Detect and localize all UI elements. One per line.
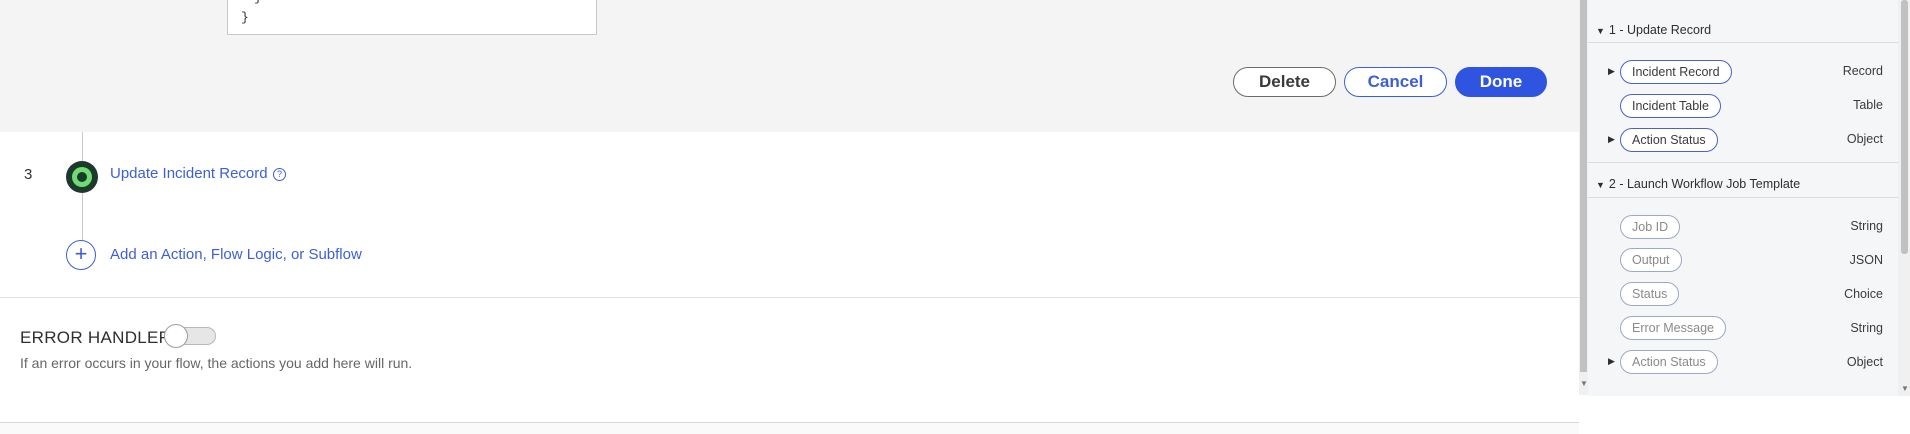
error-handler-toggle[interactable] bbox=[164, 324, 216, 348]
step-number: 3 bbox=[24, 166, 33, 183]
caret-right-icon[interactable]: ▶ bbox=[1608, 134, 1615, 145]
scroll-down-arrow-icon[interactable]: ▼ bbox=[1580, 379, 1588, 388]
pill-type-label: Record bbox=[1842, 64, 1883, 78]
add-action-link[interactable]: Add an Action, Flow Logic, or Subflow bbox=[110, 246, 362, 263]
pill-type-label: Object bbox=[1846, 355, 1883, 369]
bottom-bar bbox=[0, 422, 1579, 434]
caret-down-icon: ▼ bbox=[1596, 26, 1605, 36]
data-pill-incident-table[interactable]: Incident Table bbox=[1620, 94, 1721, 118]
data-pill-action-status[interactable]: Action Status bbox=[1620, 128, 1718, 152]
scrollbar-thumb[interactable] bbox=[1580, 0, 1587, 372]
panel-divider bbox=[1588, 42, 1898, 43]
action-status-icon bbox=[66, 161, 98, 193]
panel-footer bbox=[1588, 396, 1910, 433]
panel-divider bbox=[1588, 162, 1898, 163]
data-pill-action-status-2[interactable]: Action Status bbox=[1620, 350, 1718, 374]
pill-type-label: Table bbox=[1853, 98, 1883, 112]
data-pill-status[interactable]: Status bbox=[1620, 282, 1680, 306]
data-pill-output[interactable]: Output bbox=[1620, 248, 1682, 272]
panel-divider bbox=[1588, 197, 1898, 198]
flow-connector-line bbox=[82, 132, 83, 161]
toggle-knob bbox=[164, 324, 188, 348]
pill-type-label: String bbox=[1850, 219, 1883, 233]
code-line: } bbox=[241, 10, 249, 25]
group-header-launch-workflow[interactable]: ▼ 2 - Launch Workflow Job Template bbox=[1596, 176, 1896, 191]
pill-type-label: JSON bbox=[1849, 253, 1883, 267]
code-preview-box[interactable]: } } bbox=[227, 0, 597, 35]
data-pill-error-message[interactable]: Error Message bbox=[1620, 316, 1726, 340]
data-pill-incident-record[interactable]: Incident Record bbox=[1620, 60, 1732, 84]
help-icon[interactable]: ? bbox=[273, 168, 286, 181]
caret-down-icon: ▼ bbox=[1596, 180, 1605, 190]
scrollbar-thumb[interactable] bbox=[1901, 0, 1908, 254]
data-pill-job-id[interactable]: Job ID bbox=[1620, 215, 1681, 239]
error-handler-description: If an error occurs in your flow, the act… bbox=[20, 355, 413, 371]
error-handler-label: ERROR HANDLER bbox=[20, 328, 172, 347]
flow-connector-line bbox=[82, 193, 83, 240]
section-divider bbox=[0, 297, 1579, 298]
group-header-update-record[interactable]: ▼ 1 - Update Record bbox=[1596, 22, 1896, 37]
pill-type-label: String bbox=[1850, 321, 1883, 335]
caret-right-icon[interactable]: ▶ bbox=[1608, 356, 1615, 367]
done-button[interactable]: Done bbox=[1455, 67, 1547, 97]
panel-scrollbar[interactable]: ▼ bbox=[1898, 0, 1910, 396]
caret-right-icon[interactable]: ▶ bbox=[1608, 66, 1615, 77]
code-line: } bbox=[254, 0, 262, 5]
cancel-button[interactable]: Cancel bbox=[1344, 67, 1447, 97]
pill-type-label: Object bbox=[1846, 132, 1883, 146]
plus-icon[interactable]: + bbox=[66, 240, 96, 270]
delete-button[interactable]: Delete bbox=[1233, 67, 1336, 97]
step-title-link[interactable]: Update Incident Record bbox=[110, 165, 268, 182]
main-scrollbar[interactable]: ▼ bbox=[1579, 0, 1588, 395]
pill-type-label: Choice bbox=[1844, 287, 1883, 301]
scroll-down-arrow-icon[interactable]: ▼ bbox=[1901, 384, 1909, 393]
